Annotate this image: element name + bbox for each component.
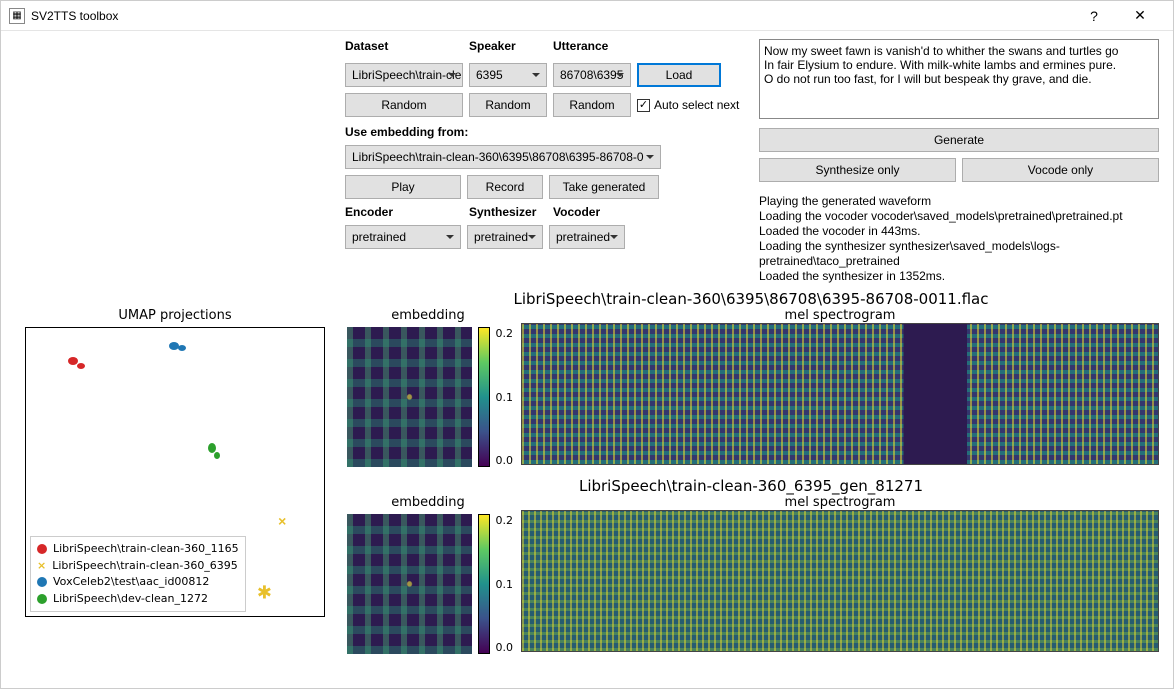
encoder-select[interactable]: pretrained bbox=[345, 225, 461, 249]
embedding-title-gen: embedding bbox=[343, 495, 513, 510]
legend-label: LibriSpeech\dev-clean_1272 bbox=[53, 591, 208, 608]
titlebar: ▦ SV2TTS toolbox ? ✕ bbox=[1, 1, 1173, 31]
take-generated-button[interactable]: Take generated bbox=[549, 175, 659, 199]
play-button[interactable]: Play bbox=[345, 175, 461, 199]
legend-item: × LibriSpeech\train-clean-360_6395 bbox=[37, 558, 239, 575]
synthesizer-select[interactable]: pretrained bbox=[467, 225, 543, 249]
close-button[interactable]: ✕ bbox=[1117, 1, 1163, 31]
utterance-label: Utterance bbox=[553, 39, 631, 57]
source-file-title: LibriSpeech\train-clean-360\6395\86708\6… bbox=[343, 290, 1159, 308]
record-button[interactable]: Record bbox=[467, 175, 543, 199]
mel-title-gen: mel spectrogram bbox=[521, 495, 1159, 510]
legend-marker-icon bbox=[37, 577, 47, 587]
legend-item: VoxCeleb2\test\aac_id00812 bbox=[37, 574, 239, 591]
window-title: SV2TTS toolbox bbox=[31, 9, 118, 23]
vocode-only-button[interactable]: Vocode only bbox=[962, 158, 1159, 182]
embedding-colorbar-gen bbox=[478, 514, 490, 654]
legend-label: LibriSpeech\train-clean-360_6395 bbox=[52, 558, 238, 575]
generated-mel-spectrogram bbox=[521, 510, 1159, 652]
embedding-title: embedding bbox=[343, 308, 513, 323]
dataset-select[interactable]: LibriSpeech\train-cle bbox=[345, 63, 463, 87]
load-button[interactable]: Load bbox=[637, 63, 721, 87]
legend-item: LibriSpeech\train-clean-360_1165 bbox=[37, 541, 239, 558]
auto-select-next-checkbox[interactable] bbox=[637, 99, 650, 112]
speaker-select[interactable]: 6395 bbox=[469, 63, 547, 87]
encoder-label: Encoder bbox=[345, 205, 463, 219]
legend-label: VoxCeleb2\test\aac_id00812 bbox=[53, 574, 209, 591]
legend-item: LibriSpeech\dev-clean_1272 bbox=[37, 591, 239, 608]
cb-tick: 0.0 bbox=[496, 454, 514, 467]
umap-title: UMAP projections bbox=[15, 308, 335, 323]
umap-point bbox=[214, 452, 220, 459]
source-mel-spectrogram bbox=[521, 323, 1159, 465]
log-output: Playing the generated waveform Loading t… bbox=[759, 188, 1159, 284]
random-dataset-button[interactable]: Random bbox=[345, 93, 463, 117]
generated-file-title: LibriSpeech\train-clean-360_6395_gen_812… bbox=[343, 477, 1159, 495]
umap-point bbox=[178, 345, 186, 351]
cb-tick: 0.1 bbox=[496, 578, 514, 591]
legend-marker-icon bbox=[37, 594, 47, 604]
umap-point-star: ✱ bbox=[257, 582, 272, 603]
app-icon: ▦ bbox=[9, 8, 25, 24]
cb-tick: 0.0 bbox=[496, 641, 514, 654]
umap-point bbox=[77, 363, 85, 369]
use-embedding-label: Use embedding from: bbox=[345, 125, 747, 139]
legend-label: LibriSpeech\train-clean-360_1165 bbox=[53, 541, 239, 558]
random-utterance-button[interactable]: Random bbox=[553, 93, 631, 117]
umap-point-cross: × bbox=[278, 513, 286, 529]
auto-select-next-label: Auto select next bbox=[654, 98, 739, 112]
embedding-select[interactable]: LibriSpeech\train-clean-360\6395\86708\6… bbox=[345, 145, 661, 169]
vocoder-label: Vocoder bbox=[553, 205, 631, 219]
legend-marker-icon bbox=[37, 544, 47, 554]
embedding-colorbar bbox=[478, 327, 490, 467]
generate-button[interactable]: Generate bbox=[759, 128, 1159, 152]
right-panel: Generate Synthesize only Vocode only Pla… bbox=[759, 39, 1159, 284]
embedding-heatmap bbox=[347, 327, 472, 467]
utterance-select[interactable]: 86708\6395 bbox=[553, 63, 631, 87]
text-input[interactable] bbox=[759, 39, 1159, 119]
umap-point bbox=[68, 357, 78, 365]
random-speaker-button[interactable]: Random bbox=[469, 93, 547, 117]
colorbar-ticks: 0.2 0.1 0.0 bbox=[496, 327, 514, 467]
colorbar-ticks-gen: 0.2 0.1 0.0 bbox=[496, 514, 514, 654]
umap-legend: LibriSpeech\train-clean-360_1165 × LibriS… bbox=[30, 536, 246, 612]
cb-tick: 0.2 bbox=[496, 514, 514, 527]
legend-marker-icon: × bbox=[37, 558, 46, 575]
synthesize-only-button[interactable]: Synthesize only bbox=[759, 158, 956, 182]
umap-panel: UMAP projections × ✱ LibriSpeech\train-c… bbox=[15, 290, 335, 664]
cb-tick: 0.2 bbox=[496, 327, 514, 340]
cb-tick: 0.1 bbox=[496, 391, 514, 404]
umap-plot: × ✱ LibriSpeech\train-clean-360_1165 ×Li… bbox=[25, 327, 325, 617]
dataset-label: Dataset bbox=[345, 39, 463, 57]
synthesizer-label: Synthesizer bbox=[469, 205, 547, 219]
vocoder-select[interactable]: pretrained bbox=[549, 225, 625, 249]
help-button[interactable]: ? bbox=[1071, 1, 1117, 31]
embedding-heatmap-gen bbox=[347, 514, 472, 654]
speaker-label: Speaker bbox=[469, 39, 547, 57]
mel-title: mel spectrogram bbox=[521, 308, 1159, 323]
controls-panel: Dataset Speaker Utterance LibriSpeech\tr… bbox=[345, 39, 747, 284]
